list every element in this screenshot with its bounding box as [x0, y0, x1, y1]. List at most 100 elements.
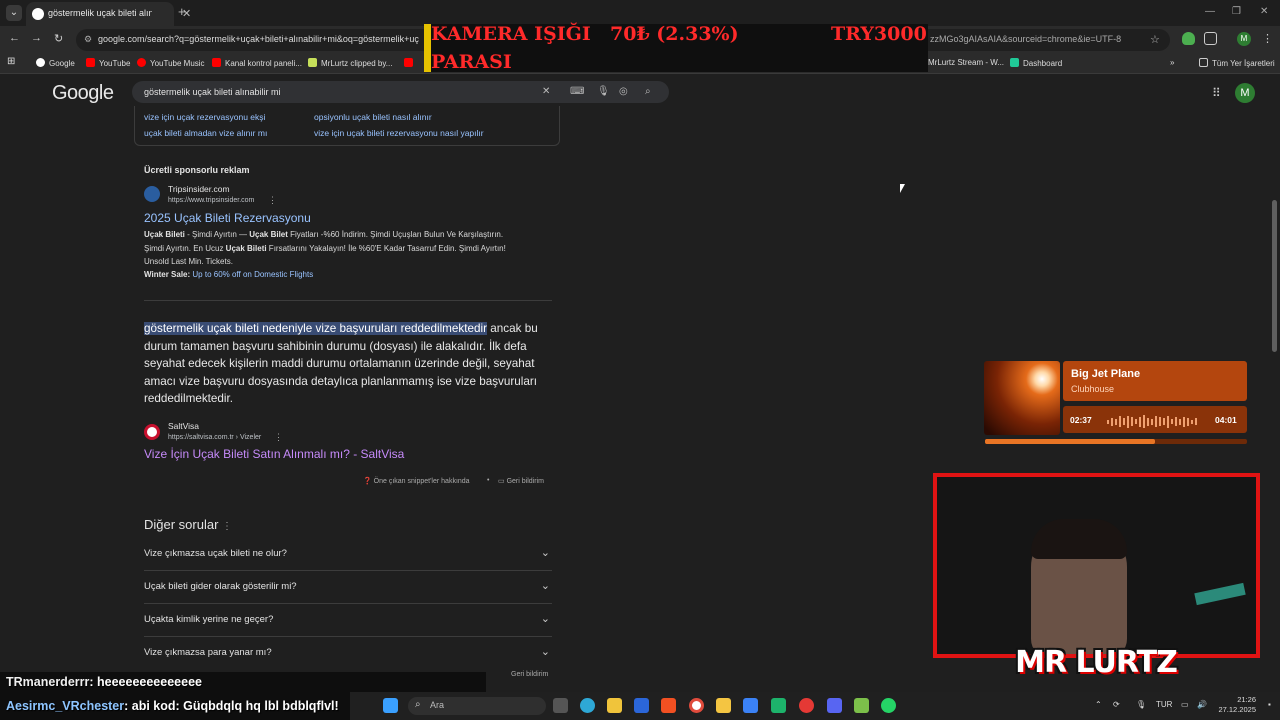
bookmark-google[interactable]: Google — [36, 58, 75, 68]
winter-sale-link[interactable]: Up to 60% off on Domestic Flights — [192, 270, 313, 279]
bookmark-partial[interactable] — [404, 58, 417, 68]
search-icon[interactable]: ⌕ — [645, 86, 651, 97]
banner-goal-target: TRY3000 — [831, 23, 927, 45]
all-bookmarks[interactable]: Tüm Yer İşaretleri — [1199, 58, 1275, 68]
related-searches: vize için uçak rezervasyonu ekşi opsiyon… — [134, 106, 560, 146]
waveform-bar — [1171, 419, 1173, 425]
volume-icon[interactable]: 🔊 — [1197, 700, 1207, 709]
waveform-bar — [1135, 419, 1137, 425]
microphone-tray-icon[interactable]: 🎙 — [1136, 700, 1146, 709]
bookmarks-overflow-icon[interactable]: » — [1170, 58, 1174, 67]
task-view-icon[interactable] — [553, 698, 568, 713]
paa-feedback-link[interactable]: Geri bildirim — [511, 671, 548, 678]
more-options-icon[interactable]: ⋮ — [274, 432, 283, 443]
extensions-icon[interactable] — [1204, 32, 1217, 45]
feedback-link[interactable]: ▭ Geri bildirim — [498, 477, 544, 485]
youtube-icon[interactable] — [799, 698, 814, 713]
waveform-bar — [1195, 418, 1197, 426]
keyboard-icon[interactable]: ⌨ — [570, 86, 584, 97]
snippet-about-link[interactable]: ❓ Öne çıkan snippet'ler hakkında — [363, 477, 470, 485]
windows-start-icon[interactable] — [383, 698, 398, 713]
maximize-icon[interactable]: ❐ — [1232, 6, 1241, 17]
bookmark-youtube[interactable]: YouTube — [86, 58, 130, 68]
system-clock[interactable]: 21:26 27.12.2025 — [1216, 695, 1256, 715]
url-text: google.com/search?q=göstermelik+uçak+bil… — [98, 34, 419, 44]
featured-snippet: göstermelik uçak bileti nedeniyle vize b… — [144, 320, 559, 408]
tab-search-icon[interactable]: ⌄ — [6, 5, 22, 21]
paa-question[interactable]: Uçakta kimlik yerine ne geçer? ⌄ — [144, 604, 552, 637]
bookmark-channel-dashboard[interactable]: Kanal kontrol paneli... — [212, 58, 302, 68]
lens-icon[interactable]: ◎ — [619, 86, 628, 97]
mail-icon[interactable] — [634, 698, 649, 713]
edge-icon[interactable] — [580, 698, 595, 713]
ad-site-url[interactable]: https://www.tripsinsider.com — [168, 197, 254, 204]
bookmark-youtube-music[interactable]: YouTube Music — [137, 58, 205, 68]
related-search-link[interactable]: vize için uçak rezervasyonu ekşi — [144, 112, 265, 122]
paa-question[interactable]: Vize çıkmazsa uçak bileti ne olur? ⌄ — [144, 538, 552, 571]
ad-title-link[interactable]: 2025 Uçak Bileti Rezervasyonu — [144, 211, 311, 225]
microphone-icon[interactable]: 🎙 — [597, 86, 610, 97]
tray-app-icon[interactable]: ⟳ — [1113, 700, 1120, 709]
bookmark-star-icon[interactable]: ☆ — [1150, 33, 1160, 46]
minecraft-icon[interactable] — [854, 698, 869, 713]
app-icon[interactable] — [771, 698, 786, 713]
track-title: Big Jet Plane — [1071, 368, 1141, 380]
close-window-icon[interactable]: ✕ — [1260, 6, 1268, 17]
bookmark-mrlurtz-stream[interactable]: MrLurtz Stream - W... — [928, 58, 1004, 67]
featured-result-link[interactable]: Vize İçin Uçak Bileti Satın Alınmalı mı?… — [144, 447, 404, 461]
file-explorer-icon[interactable] — [716, 698, 731, 713]
paa-question[interactable]: Vize çıkmazsa para yanar mı? ⌄ — [144, 637, 552, 670]
search-input[interactable]: göstermelik uçak bileti alınabilir mi ✕ … — [132, 81, 669, 103]
track-timeline: 02:37 04:01 — [1063, 406, 1247, 433]
donation-goal-banner: KAMERA IŞIĞI 70₺ (2.33%) TRY3000 PARASI — [424, 23, 928, 73]
site-info-icon[interactable]: ⚙ — [84, 34, 92, 45]
google-favicon-icon — [32, 8, 44, 20]
feedback-icon: ▭ — [498, 478, 505, 485]
forward-icon[interactable]: → — [31, 32, 42, 44]
vpn-extension-icon[interactable] — [1182, 32, 1195, 45]
profile-avatar-small[interactable]: M — [1237, 32, 1251, 46]
google-apps-icon[interactable]: ⠿ — [1212, 86, 1221, 100]
ad-site-name[interactable]: Tripsinsider.com — [168, 184, 230, 194]
discord-icon[interactable] — [827, 698, 842, 713]
waveform-bar — [1151, 418, 1153, 425]
page-scrollbar[interactable] — [1272, 200, 1277, 352]
tab-title: göstermelik uçak bileti alınabilir — [48, 8, 152, 18]
ad-snippet: Uçak Bileti - Şimdi Ayırtın — Uçak Bilet… — [144, 230, 506, 266]
featured-highlight: göstermelik uçak bileti nedeniyle vize b… — [144, 322, 488, 335]
whatsapp-icon[interactable] — [881, 698, 896, 713]
taskbar-search[interactable]: ⌕ Ara — [408, 697, 546, 715]
bookmark-dashboard[interactable]: Dashboard — [1010, 58, 1062, 68]
people-also-ask-title: Diğer sorular ⋮ — [144, 517, 233, 532]
bookmark-mrlurtz-clips[interactable]: MrLurtz clipped by... — [308, 58, 392, 68]
google-logo[interactable]: Google — [52, 82, 114, 105]
more-options-icon[interactable]: ⋮ — [268, 195, 277, 206]
chrome-menu-icon[interactable]: ⋮ — [1262, 32, 1273, 45]
tray-chevron-icon[interactable]: ⌃ — [1095, 700, 1102, 709]
clear-icon[interactable]: ✕ — [542, 86, 550, 97]
more-options-icon[interactable]: ⋮ — [222, 521, 232, 532]
url-text-tail: zzMGo3gAIAsAIA&sourceid=chrome&ie=UTF-8 — [930, 34, 1122, 44]
related-search-link[interactable]: opsiyonlu uçak bileti nasıl alınır — [314, 112, 432, 122]
waveform-bar — [1191, 419, 1193, 424]
back-icon[interactable]: ← — [9, 32, 20, 44]
result-site-url[interactable]: https://saltvisa.com.tr › Vizeler — [168, 434, 261, 441]
network-icon[interactable]: ▭ — [1181, 700, 1189, 709]
notification-icon[interactable]: ▪ — [1268, 700, 1271, 709]
minimize-icon[interactable]: — — [1205, 6, 1215, 17]
account-avatar[interactable]: M — [1235, 83, 1255, 103]
related-search-link[interactable]: vize için uçak bileti rezervasyonu nasıl… — [314, 128, 484, 138]
chrome-icon[interactable] — [689, 698, 704, 713]
settings-icon[interactable] — [743, 698, 758, 713]
new-tab-icon[interactable]: + — [178, 4, 186, 19]
result-site-name[interactable]: SaltVisa — [168, 421, 199, 431]
paa-question[interactable]: Uçak bileti gider olarak gösterilir mi? ⌄ — [144, 571, 552, 604]
search-icon: ⌕ — [415, 699, 421, 710]
store-icon[interactable] — [607, 698, 622, 713]
tab-google-search[interactable]: göstermelik uçak bileti alınabilir ✕ — [26, 2, 191, 26]
related-search-link[interactable]: uçak bileti almadan vize alınır mı — [144, 128, 267, 138]
reload-icon[interactable]: ↻ — [54, 32, 63, 45]
brave-icon[interactable] — [661, 698, 676, 713]
language-indicator[interactable]: TUR — [1156, 700, 1172, 709]
apps-grid-icon[interactable]: ⊞ — [7, 56, 15, 67]
